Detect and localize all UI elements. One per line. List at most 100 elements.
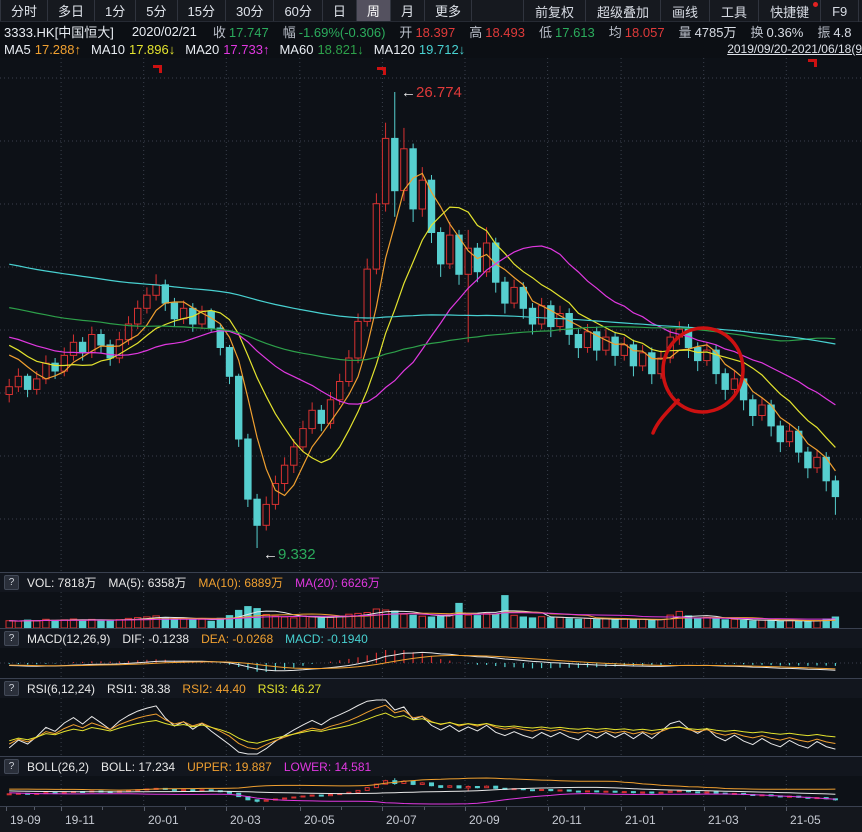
- time-axis-label: 20-01: [148, 813, 179, 827]
- period-tab[interactable]: 月: [391, 0, 425, 21]
- quote-field: 开18.397: [399, 25, 455, 40]
- indicator-value: BOLL: 17.234: [101, 760, 175, 774]
- axis-tick: [144, 807, 145, 811]
- volume-chart[interactable]: [0, 592, 862, 628]
- help-icon[interactable]: ?: [4, 681, 19, 696]
- indicator-value: RSI3: 46.27: [258, 682, 321, 696]
- indicator-value: LOWER: 14.581: [284, 760, 371, 774]
- axis-tick: [465, 807, 466, 811]
- indicator-value: MACD(12,26,9): [27, 632, 110, 646]
- boll-header: ? BOLL(26,2)BOLL: 17.234UPPER: 19.887LOW…: [0, 756, 862, 776]
- indicator-value: DEA: -0.0268: [201, 632, 273, 646]
- time-axis-label: 19-11: [65, 813, 95, 827]
- help-icon[interactable]: ?: [4, 759, 19, 774]
- period-tab[interactable]: 日: [323, 0, 357, 21]
- ma-legend-item: MA2017.733↑: [185, 42, 269, 57]
- period-toolbar: 分时多日1分5分15分30分60分日周月更多 前复权超级叠加画线工具快捷键F9普…: [0, 0, 862, 22]
- rsi-chart[interactable]: [0, 698, 862, 756]
- toolbar-item[interactable]: 工具: [709, 0, 758, 22]
- indicator-value: RSI1: 38.38: [107, 682, 170, 696]
- ma-legend-item: MA517.288↑: [4, 42, 81, 57]
- macd-chart[interactable]: [0, 648, 862, 678]
- toolbar-item[interactable]: 普通: [858, 0, 862, 22]
- period-tab[interactable]: 1分: [95, 0, 136, 21]
- boll-values: BOLL(26,2)BOLL: 17.234UPPER: 19.887LOWER…: [27, 760, 383, 774]
- axis-tick: [226, 807, 227, 811]
- axis-minor-tick: [341, 807, 342, 810]
- indicator-value: MACD: -0.1940: [285, 632, 368, 646]
- period-tab[interactable]: 分时: [1, 0, 48, 21]
- period-tab[interactable]: 周: [357, 0, 391, 21]
- ma-items: MA517.288↑ MA1017.896↓ MA2017.733↑ MA6018.8…: [4, 42, 475, 57]
- time-axis-label: 20-03: [230, 813, 261, 827]
- period-tab[interactable]: 60分: [274, 0, 322, 21]
- macd-histogram-layer: [9, 650, 835, 672]
- quote-date: 2020/02/21: [132, 24, 197, 39]
- axis-minor-tick: [102, 807, 103, 810]
- ma-lines-layer: [9, 173, 835, 495]
- time-axis: 19-0919-1120-0120-0320-0520-0720-0920-11…: [0, 806, 862, 832]
- quote-field: 量4785万: [679, 25, 737, 40]
- toolbar-item[interactable]: F9: [820, 0, 858, 22]
- date-range-link[interactable]: 2019/09/20-2021/06/18(9: [727, 42, 862, 56]
- period-tab[interactable]: 更多: [425, 0, 472, 21]
- red-circle-tail: [653, 400, 678, 433]
- time-axis-label: 20-05: [304, 813, 335, 827]
- axis-tick: [548, 807, 549, 811]
- axis-tick: [6, 807, 7, 811]
- axis-tick: [786, 807, 787, 811]
- indicator-value: UPPER: 19.887: [187, 760, 272, 774]
- quote-fields: 收17.747幅-1.69%(-0.306)开18.397高18.493低17.…: [213, 22, 862, 40]
- rsi-header: ? RSI(6,12,24) RSI1: 38.38 RSI2: 44.40 RSI3…: [0, 678, 862, 698]
- period-tab[interactable]: 15分: [178, 0, 226, 21]
- notification-dot-icon: [813, 2, 818, 7]
- candlestick-chart[interactable]: ←26.774←9.332: [0, 58, 862, 572]
- quote-info-bar: 3333.HK[中国恒大] 2020/02/21 收17.747幅-1.69%(…: [0, 22, 862, 40]
- indicator-value: RSI2: 44.40: [182, 682, 245, 696]
- boll-chart[interactable]: [0, 776, 862, 806]
- volume-values: VOL: 7818万MA(5): 6358万MA(10): 6889万MA(20…: [27, 574, 392, 591]
- macd-values: MACD(12,26,9) DIF: -0.1238 DEA: -0.0268 MAC…: [27, 632, 380, 646]
- quote-field: 幅-1.69%(-0.306): [283, 25, 386, 40]
- volume-header: ? VOL: 7818万MA(5): 6358万MA(10): 6889万MA(…: [0, 572, 862, 592]
- period-tab[interactable]: 5分: [136, 0, 177, 21]
- axis-minor-tick: [185, 807, 186, 810]
- candles-layer: [6, 92, 839, 548]
- red-corner-mark: [153, 65, 162, 73]
- indicator-value: DIF: -0.1238: [122, 632, 189, 646]
- time-axis-label: 21-01: [625, 813, 656, 827]
- axis-tick: [382, 807, 383, 811]
- toolbar-item[interactable]: 超级叠加: [585, 0, 660, 22]
- quote-field: 高18.493: [469, 25, 525, 40]
- ma-legend-item: MA1017.896↓: [91, 42, 175, 57]
- axis-minor-tick: [584, 807, 585, 810]
- toolbar-item[interactable]: 快捷键: [758, 0, 820, 22]
- time-axis-label: 20-11: [552, 813, 582, 827]
- indicator-value: RSI(6,12,24): [27, 682, 95, 696]
- help-icon[interactable]: ?: [4, 631, 19, 646]
- period-tabs: 分时多日1分5分15分30分60分日周月更多: [0, 0, 472, 21]
- volume-bars-layer: [6, 596, 839, 628]
- axis-tick: [621, 807, 622, 811]
- red-corner-mark: [377, 67, 386, 75]
- axis-minor-tick: [745, 807, 746, 810]
- stock-chart-app: 分时多日1分5分15分30分60分日周月更多 前复权超级叠加画线工具快捷键F9普…: [0, 0, 862, 832]
- help-icon[interactable]: ?: [4, 575, 19, 590]
- quote-field: 低17.613: [539, 25, 595, 40]
- quote-field: 振4.8: [817, 25, 851, 40]
- ma-legend-item: MA6018.821↓: [279, 42, 363, 57]
- time-axis-label: 20-07: [386, 813, 417, 827]
- symbol-name: 3333.HK[中国恒大]: [4, 22, 114, 40]
- axis-minor-tick: [34, 807, 35, 810]
- axis-minor-tick: [506, 807, 507, 810]
- time-axis-label: 21-05: [790, 813, 821, 827]
- period-tab[interactable]: 多日: [48, 0, 95, 21]
- toolbar-right-items: 前复权超级叠加画线工具快捷键F9普通: [523, 0, 862, 22]
- ma-legend-bar: MA517.288↑ MA1017.896↓ MA2017.733↑ MA6018.8…: [0, 40, 862, 58]
- toolbar-item[interactable]: 前复权: [523, 0, 585, 22]
- period-tab[interactable]: 30分: [226, 0, 274, 21]
- indicator-value: MA(5): 6358万: [108, 576, 186, 590]
- toolbar-item[interactable]: 画线: [660, 0, 709, 22]
- time-axis-label: 19-09: [10, 813, 41, 827]
- high-annotation: ←26.774: [401, 84, 462, 101]
